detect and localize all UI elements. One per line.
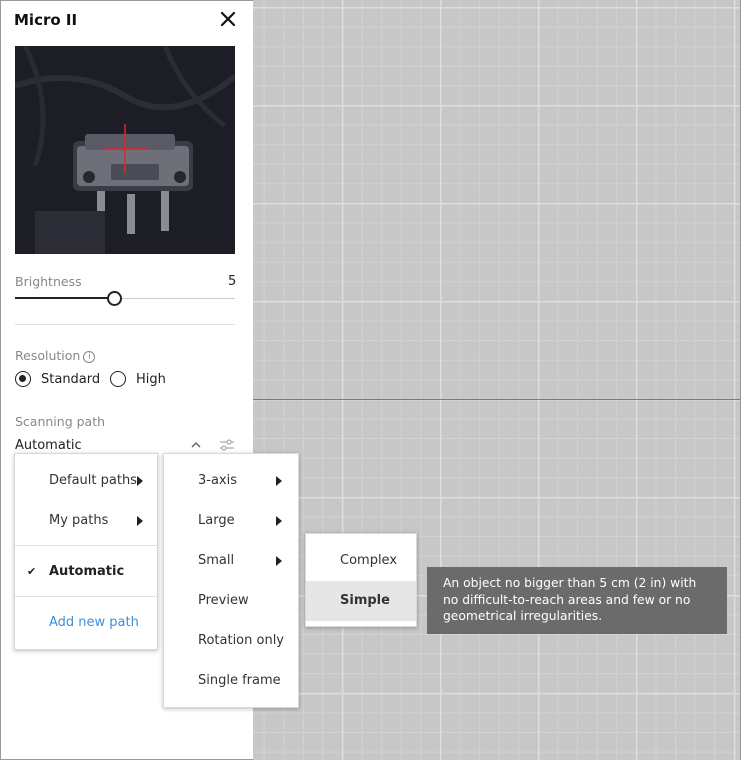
menu-item-preview[interactable]: Preview (164, 581, 298, 621)
menu-item-3-axis[interactable]: 3-axis (164, 461, 298, 501)
divider (15, 324, 235, 325)
menu-item-single-frame[interactable]: Single frame (164, 661, 298, 701)
caret-right-icon (137, 476, 143, 486)
panel-title: Micro II (14, 11, 78, 29)
caret-right-icon (276, 476, 282, 486)
scene-viewport[interactable] (253, 0, 741, 760)
resolution-standard-radio[interactable] (15, 371, 31, 387)
scanning-path-select[interactable]: Automatic (15, 438, 82, 453)
scanning-path-label: Scanning path (15, 414, 106, 429)
menu-item-rotation-only[interactable]: Rotation only (164, 621, 298, 661)
x-axis-line (253, 399, 740, 400)
menu-separator (15, 545, 157, 546)
menu-item-complex[interactable]: Complex (306, 541, 416, 581)
small-submenu: Complex Simple (305, 533, 417, 627)
close-icon[interactable] (219, 10, 237, 28)
info-icon[interactable]: i (83, 351, 96, 363)
menu-separator (15, 596, 157, 597)
path-description-tooltip: An object no bigger than 5 cm (2 in) wit… (427, 567, 727, 634)
caret-right-icon (137, 516, 143, 526)
resolution-standard-label[interactable]: Standard (41, 372, 100, 387)
brightness-value: 5 (228, 274, 237, 289)
caret-right-icon (276, 556, 282, 566)
menu-item-small[interactable]: Small (164, 541, 298, 581)
add-new-path-link[interactable]: Add new path (15, 603, 157, 643)
caret-right-icon (276, 516, 282, 526)
path-settings-icon[interactable] (219, 437, 235, 453)
menu-item-simple[interactable]: Simple (306, 581, 416, 621)
brightness-label: Brightness (15, 274, 82, 289)
default-paths-submenu: 3-axis Large Small Preview Rotation only… (163, 453, 299, 708)
camera-preview (15, 46, 235, 254)
scanning-path-menu: Default paths My paths ✔ Automatic Add ne… (14, 453, 158, 650)
chevron-up-icon[interactable] (190, 439, 202, 449)
resolution-high-label[interactable]: High (136, 372, 166, 387)
menu-item-automatic[interactable]: ✔ Automatic (15, 552, 157, 592)
brightness-slider-fill (15, 297, 114, 299)
resolution-label: Resolution i (15, 348, 96, 363)
check-icon: ✔ (27, 565, 37, 578)
resolution-high-radio[interactable] (110, 371, 126, 387)
menu-item-large[interactable]: Large (164, 501, 298, 541)
menu-item-my-paths[interactable]: My paths (15, 501, 157, 541)
menu-item-default-paths[interactable]: Default paths (15, 461, 157, 501)
brightness-slider-thumb[interactable] (107, 291, 122, 306)
